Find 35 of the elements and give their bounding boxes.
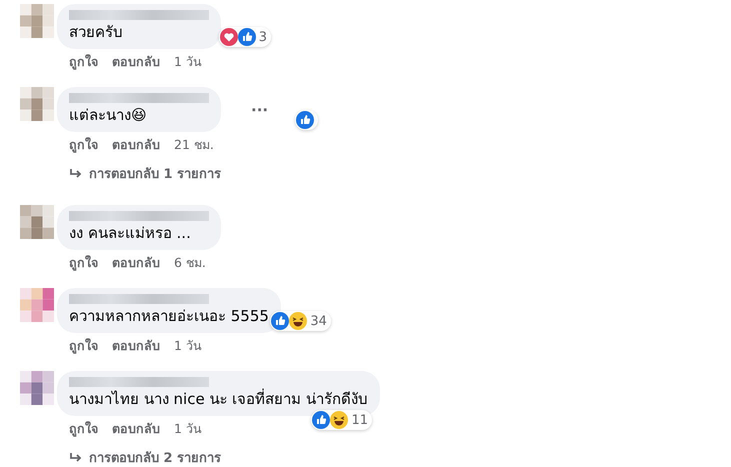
reaction-badge[interactable]: 34 (270, 311, 331, 331)
reply-link[interactable]: ตอบกลับ (112, 419, 160, 439)
comment-time: 6 ชม. (174, 254, 206, 272)
thumbs-up-icon (296, 111, 314, 129)
reply-arrow-icon (69, 452, 83, 464)
view-replies-link[interactable]: การตอบกลับ 1 รายการ (57, 155, 222, 190)
reaction-badge[interactable] (295, 110, 318, 130)
reply-link[interactable]: ตอบกลับ (112, 253, 160, 273)
reaction-badge[interactable]: 11 (311, 410, 372, 430)
reaction-badge[interactable]: 3 (218, 27, 271, 47)
like-link[interactable]: ถูกใจ (69, 336, 98, 356)
comment-text: สวยครับ (69, 23, 124, 42)
reply-link[interactable]: ตอบกลับ (112, 336, 160, 356)
comment-text: แต่ละนาง😆 (69, 106, 148, 125)
like-link[interactable]: ถูกใจ (69, 52, 98, 72)
like-link[interactable]: ถูกใจ (69, 135, 98, 155)
comment-time: 1 วัน (174, 337, 202, 355)
like-link[interactable]: ถูกใจ (69, 253, 98, 273)
like-link[interactable]: ถูกใจ (69, 419, 98, 439)
reply-link[interactable]: ตอบกลับ (112, 52, 160, 72)
view-replies-link[interactable]: การตอบกลับ 2 รายการ (57, 439, 222, 467)
thumbs-up-icon (312, 411, 330, 429)
comment-time: 1 วัน (174, 420, 202, 438)
reply-arrow-icon (69, 168, 83, 180)
thumbs-up-icon (238, 28, 256, 46)
laughing-face-icon (289, 312, 308, 330)
comment-time: 21 ชม. (174, 136, 214, 154)
thumbs-up-icon (271, 312, 290, 330)
laughing-face-icon (330, 411, 348, 429)
more-options-icon[interactable]: ··· (251, 100, 268, 118)
reply-link[interactable]: ตอบกลับ (112, 135, 160, 155)
comment-time: 1 วัน (174, 53, 202, 71)
comment-text: ความหลากหลายอ่ะเนอะ 5555 (69, 307, 269, 326)
comment-text: นางมาไทย นาง nice นะ เจอที่สยาม น่ารักดีงับ (69, 390, 368, 409)
comment-text: งง คนละแม่หรอ ... (69, 224, 192, 243)
